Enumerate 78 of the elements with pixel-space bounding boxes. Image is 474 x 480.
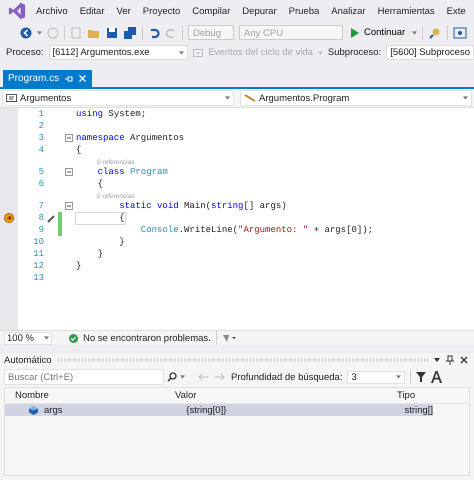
panel-title: Automático (4, 354, 52, 366)
menu-item[interactable]: Editar (80, 6, 105, 16)
line-number: 11 (32, 249, 44, 259)
collapse-icon[interactable] (65, 202, 73, 210)
menu-item[interactable]: Exte (446, 6, 466, 16)
menu-item[interactable]: Archivo (36, 6, 68, 16)
code-line: static void Main(string[] args) (118, 200, 287, 212)
issues-status[interactable]: No se encontraron problemas. (83, 332, 211, 344)
code-line: { (76, 144, 82, 156)
redo-icon (165, 26, 177, 38)
menu-item[interactable]: Compilar (192, 6, 230, 16)
line-number: 8 (38, 213, 44, 223)
back-arrow-icon (197, 372, 209, 382)
forward-icon (47, 26, 59, 38)
pin-icon[interactable] (446, 355, 454, 365)
caret-icon[interactable] (434, 358, 440, 362)
menu-item[interactable]: Analizar (331, 6, 366, 16)
search-field[interactable]: Buscar (Ctrl+E) (4, 369, 164, 385)
code-line: { (96, 178, 104, 190)
search-icon[interactable] (428, 26, 442, 38)
thread-label: Subproceso: (328, 47, 382, 58)
code-line: namespace Argumentos (76, 132, 184, 144)
back-icon[interactable] (20, 26, 32, 38)
code-line: } (96, 248, 104, 260)
menu-item[interactable]: Prueba (288, 6, 320, 16)
line-number: 6 (38, 179, 44, 189)
code-line: { (76, 212, 125, 224)
collapse-icon[interactable] (65, 168, 73, 176)
line-number: 2 (38, 121, 44, 131)
project-icon (6, 94, 17, 102)
line-number: 10 (32, 237, 44, 247)
line-number: 9 (38, 225, 44, 235)
continue-button[interactable]: Continuar (348, 27, 408, 38)
menu-item[interactable]: Herramientas (378, 6, 435, 16)
collapse-icon[interactable] (65, 134, 73, 142)
process-label: Proceso: (6, 47, 44, 58)
new-file-icon (70, 26, 82, 38)
logo-icon (8, 2, 26, 20)
variable-type: string[] (404, 404, 433, 416)
code-line: } (76, 260, 82, 272)
menu-item[interactable]: Proyecto (142, 6, 180, 16)
menu-item[interactable]: Depurar (242, 6, 277, 16)
pencil-icon[interactable] (46, 214, 56, 222)
column-header[interactable]: Valor (175, 390, 397, 401)
save-all-icon[interactable] (123, 26, 137, 38)
line-number: 5 (38, 167, 44, 177)
line-number: 12 (32, 261, 44, 271)
play-icon (350, 28, 359, 38)
column-header[interactable]: Tipo (397, 390, 469, 401)
thread-dropdown[interactable]: [5600] Subproceso (386, 45, 474, 60)
line-number: 7 (38, 201, 44, 211)
save-icon[interactable] (106, 26, 118, 38)
column-header[interactable]: Nombre (5, 390, 175, 401)
line-number: 4 (38, 145, 44, 155)
variable-name: args (44, 404, 62, 416)
forward-arrow-icon (214, 372, 226, 382)
line-number: 13 (32, 273, 44, 283)
window-icon[interactable] (453, 26, 468, 38)
code-line: class Program (96, 166, 168, 178)
filter-icon[interactable] (416, 372, 426, 382)
check-icon (69, 334, 78, 342)
undo-icon[interactable] (148, 26, 160, 38)
project-dropdown[interactable]: Argumentos (20, 92, 72, 104)
font-icon[interactable] (431, 371, 442, 383)
line-number: 3 (38, 133, 44, 143)
variable-icon (29, 406, 38, 414)
code-line: using System; (76, 108, 146, 120)
variable-row[interactable]: args {string[0]} string[] (5, 404, 433, 416)
close-icon[interactable] (460, 356, 468, 364)
variable-value: {string[0]} (186, 404, 228, 416)
code-line: Console.WriteLine("Argumento: " + args[0]); (140, 224, 374, 236)
search-depth-label: Profundidad de búsqueda: (231, 372, 342, 382)
search-icon[interactable] (167, 372, 177, 382)
process-dropdown[interactable]: [6112] Argumentos.exe (48, 45, 188, 60)
line-number: 1 (38, 109, 44, 119)
code-line: } (118, 236, 125, 248)
menu-item[interactable]: Ver (116, 6, 131, 16)
caret-icon (318, 50, 323, 54)
